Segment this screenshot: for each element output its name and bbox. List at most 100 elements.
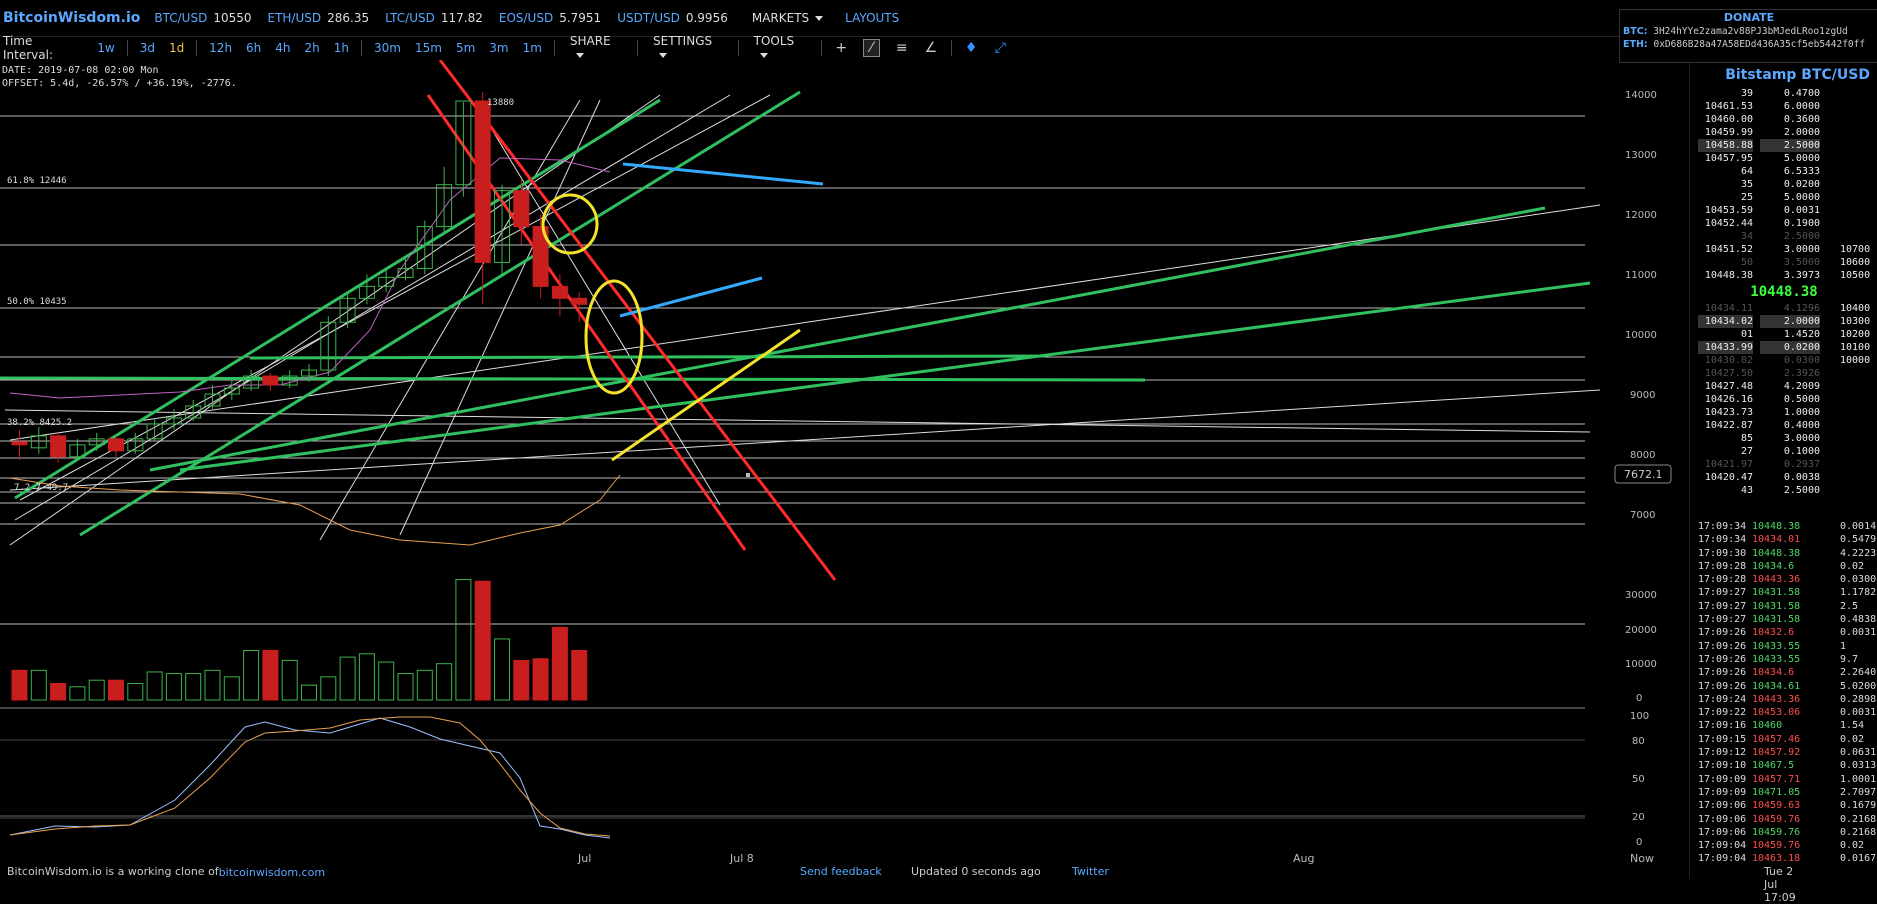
- share-menu[interactable]: SHARE: [570, 34, 622, 62]
- fib-label-low: 7.2 7·49.7: [14, 483, 68, 493]
- osc-axis-label: 80: [1632, 736, 1645, 747]
- ticker-ltc[interactable]: LTC/USD 117.82: [385, 11, 483, 25]
- interval-1m[interactable]: 1m: [523, 41, 542, 55]
- footer: BitcoinWisdom.io is a working clone of b…: [0, 864, 1796, 904]
- bid-row[interactable]: 10427.50 2.3926: [1690, 367, 1877, 380]
- volume-bar: [455, 579, 472, 701]
- osc-blue-line: [9, 717, 611, 839]
- volume-bar: [513, 659, 530, 701]
- trade-row: 17:09:26 10434.61 5.0200: [1698, 680, 1877, 692]
- trade-row: 17:09:06 10459.76 0.2168: [1698, 826, 1877, 838]
- ticker-symbol[interactable]: ETH/USD: [268, 11, 322, 25]
- crosshair-icon[interactable]: +: [834, 40, 849, 56]
- ask-row[interactable]: 10453.59 0.0031: [1690, 204, 1877, 217]
- bid-row[interactable]: 10430.02 0.0300 10000: [1690, 354, 1877, 367]
- osc-axis-label: 100: [1630, 711, 1649, 722]
- ask-row[interactable]: 10451.52 3.0000 10700: [1690, 243, 1877, 256]
- ask-row[interactable]: 10457.95 5.0000: [1690, 152, 1877, 165]
- source-link[interactable]: bitcoinwisdom.com: [219, 866, 325, 879]
- bid-row[interactable]: 10433.99 0.0200 10100: [1690, 341, 1877, 354]
- price-chart[interactable]: 14000 13000 12000 11000 10000 9000 8000 …: [0, 60, 1689, 860]
- trendline-icon[interactable]: ⁄: [862, 39, 881, 57]
- ask-row[interactable]: 34 2.5000: [1690, 230, 1877, 243]
- donate-title: DONATE: [1723, 11, 1775, 24]
- ticker-usdt[interactable]: USDT/USD 0.9956: [617, 11, 728, 25]
- chart-toolbar: Time Interval: 1w 3d 1d 12h 6h 4h 2h 1h …: [0, 34, 1015, 62]
- fan-icon[interactable]: ∠: [923, 40, 938, 56]
- interval-1d[interactable]: 1d: [169, 41, 184, 55]
- ticker-symbol[interactable]: LTC/USD: [385, 11, 435, 25]
- bid-row[interactable]: 10426.16 0.5000: [1690, 393, 1877, 406]
- bid-row[interactable]: 10422.87 0.4000: [1690, 419, 1877, 432]
- interval-3d[interactable]: 3d: [140, 41, 155, 55]
- price-axis-label: 7000: [1630, 510, 1655, 521]
- markets-menu[interactable]: MARKETS: [752, 11, 824, 25]
- bid-row[interactable]: 01 1.4520 10200: [1690, 328, 1877, 341]
- interval-30m[interactable]: 30m: [374, 41, 401, 55]
- markets-label[interactable]: MARKETS: [752, 11, 809, 25]
- bell-icon[interactable]: ♦: [964, 40, 979, 56]
- ask-row[interactable]: 10459.99 2.0000: [1690, 126, 1877, 139]
- tools-menu[interactable]: TOOLS: [754, 34, 806, 62]
- interval-2h[interactable]: 2h: [305, 41, 320, 55]
- trade-row: 17:09:30 10448.38 4.2223: [1698, 547, 1877, 559]
- settings-menu[interactable]: SETTINGS: [653, 34, 723, 62]
- bid-row[interactable]: 10434.11 4.1296 10400: [1690, 302, 1877, 315]
- ticker-symbol[interactable]: EOS/USD: [499, 11, 553, 25]
- share-label[interactable]: SHARE: [570, 34, 611, 48]
- last-price: 10448.38: [1750, 284, 1818, 300]
- ask-row[interactable]: 35 0.0200: [1690, 178, 1877, 191]
- twitter-link[interactable]: Twitter: [1072, 865, 1109, 878]
- send-feedback-link[interactable]: Send feedback: [800, 865, 882, 878]
- ticker-value: 117.82: [440, 11, 483, 25]
- trade-row: 17:09:26 10433.55 1: [1698, 640, 1847, 652]
- ticker-symbol[interactable]: BTC/USD: [154, 11, 207, 25]
- ticker-eth[interactable]: ETH/USD 286.35: [268, 11, 370, 25]
- ask-row[interactable]: 10452.44 0.1900: [1690, 217, 1877, 230]
- ticker-eos[interactable]: EOS/USD 5.7951: [499, 11, 601, 25]
- interval-12h[interactable]: 12h: [209, 41, 232, 55]
- bid-row[interactable]: 43 2.5000: [1690, 484, 1877, 497]
- tools-label[interactable]: TOOLS: [754, 34, 795, 48]
- layouts-link[interactable]: LAYOUTS: [845, 11, 899, 25]
- ask-row[interactable]: 10460.00 0.3600: [1690, 113, 1877, 126]
- bid-row[interactable]: 10423.73 1.0000: [1690, 406, 1877, 419]
- bid-row[interactable]: 85 3.0000: [1690, 432, 1877, 445]
- interval-1w[interactable]: 1w: [97, 41, 114, 55]
- btc-address[interactable]: 3H24hYYe2zama2v88PJ3bMJedLRoo1zgUd: [1653, 26, 1847, 37]
- ask-row[interactable]: 39 0.4700: [1690, 87, 1877, 100]
- horizontal-lines-icon[interactable]: ≡: [894, 40, 909, 56]
- volume-bar: [532, 658, 549, 701]
- ask-row[interactable]: 64 6.5333: [1690, 165, 1877, 178]
- ask-row[interactable]: 25 5.0000: [1690, 191, 1877, 204]
- trade-row: 17:09:10 10467.5 0.0313: [1698, 760, 1877, 772]
- ticker-btc[interactable]: BTC/USD 10550: [154, 11, 251, 25]
- bid-row[interactable]: 10421.97 0.2937: [1690, 458, 1877, 471]
- interval-3m[interactable]: 3m: [489, 41, 508, 55]
- interval-4h[interactable]: 4h: [275, 41, 290, 55]
- interval-15m[interactable]: 15m: [415, 41, 442, 55]
- site-logo[interactable]: BitcoinWisdom.io: [3, 10, 140, 26]
- ask-row[interactable]: 10458.88 2.5000: [1690, 139, 1877, 152]
- interval-5m[interactable]: 5m: [456, 41, 475, 55]
- settings-label[interactable]: SETTINGS: [653, 34, 712, 48]
- divider: [361, 40, 362, 56]
- trade-row: 17:09:27 10431.58 0.4838: [1698, 614, 1877, 626]
- bid-row[interactable]: 10427.48 4.2009: [1690, 380, 1877, 393]
- market-title: Bitstamp BTC/USD: [1725, 67, 1870, 83]
- trade-row: 17:09:27 10431.58 1.1782: [1698, 587, 1877, 599]
- volume-bar: [30, 669, 47, 701]
- interval-6h[interactable]: 6h: [246, 41, 261, 55]
- eth-address[interactable]: 0xD686B28a47A58EDd436A35cf5eb5442f0ff: [1653, 39, 1865, 50]
- oscillator: [0, 716, 1585, 839]
- price-axis-label: 10000: [1625, 330, 1657, 341]
- bid-row[interactable]: 10420.47 0.0038: [1690, 471, 1877, 484]
- ticker-symbol[interactable]: USDT/USD: [617, 11, 680, 25]
- ask-row[interactable]: 10461.53 6.0000: [1690, 100, 1877, 113]
- bid-row[interactable]: 27 0.1000: [1690, 445, 1877, 458]
- fullscreen-icon[interactable]: ⤢: [993, 40, 1008, 56]
- ask-row[interactable]: 10448.38 3.3973 10500: [1690, 269, 1877, 282]
- ask-row[interactable]: 50 3.5000 10600: [1690, 256, 1877, 269]
- bid-row[interactable]: 10434.02 2.0000 10300: [1690, 315, 1877, 328]
- interval-1h[interactable]: 1h: [334, 41, 349, 55]
